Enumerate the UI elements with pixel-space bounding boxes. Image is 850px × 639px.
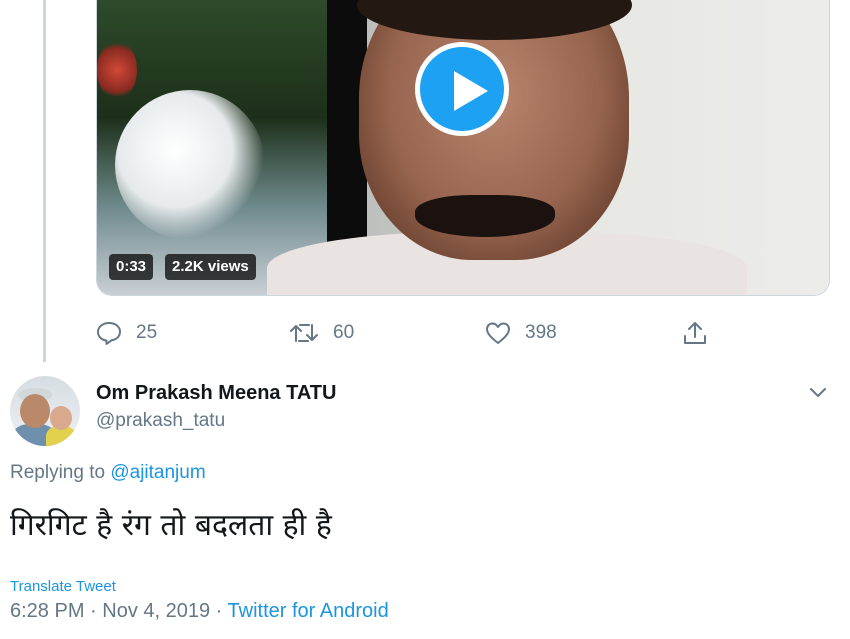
retweet-icon: [290, 324, 318, 342]
reply-button[interactable]: 25: [96, 318, 157, 348]
share-button[interactable]: [682, 318, 722, 348]
retweet-button[interactable]: 60: [289, 318, 354, 348]
heart-icon: [486, 322, 510, 344]
video-views-badge: 2.2K views: [165, 254, 256, 280]
tweet-text: गिरगिट है रंग तो बदलता ही है: [10, 508, 332, 543]
avatar-detail: [50, 406, 72, 430]
tweet-menu-button[interactable]: [806, 382, 830, 402]
replying-prefix: Replying to: [10, 462, 111, 483]
avatar[interactable]: [10, 376, 80, 446]
chevron-down-icon: [810, 388, 826, 397]
like-count: 398: [525, 322, 557, 343]
tweet-source-link[interactable]: Twitter for Android: [228, 600, 389, 622]
replying-to: Replying to @ajitanjum: [10, 462, 206, 484]
video-scene-detail: [115, 90, 265, 240]
thread-connector-line: [43, 0, 46, 362]
share-icon: [684, 322, 706, 344]
avatar-detail: [20, 394, 50, 428]
retweet-count: 60: [333, 322, 355, 343]
reply-count: 25: [136, 322, 158, 343]
translate-tweet-link[interactable]: Translate Tweet: [10, 578, 116, 595]
play-button[interactable]: [415, 42, 509, 136]
tweet-actions: 25 60 398: [96, 318, 716, 348]
play-icon: [454, 71, 488, 111]
display-name[interactable]: Om Prakash Meena TATU: [96, 382, 336, 405]
replying-to-link[interactable]: @ajitanjum: [110, 462, 205, 483]
like-button[interactable]: 398: [485, 318, 557, 348]
meta-separator: ·: [84, 600, 103, 622]
user-handle[interactable]: @prakash_tatu: [96, 410, 225, 432]
video-scene-detail: [415, 195, 555, 237]
video-duration-badge: 0:33: [109, 254, 154, 280]
video-scene-detail: [97, 40, 137, 100]
tweet-meta: 6:28 PM · Nov 4, 2019 · Twitter for Andr…: [10, 600, 389, 623]
meta-separator: ·: [210, 600, 228, 622]
video-player[interactable]: 0:33 2.2K views: [96, 0, 830, 296]
tweet-date[interactable]: Nov 4, 2019: [102, 600, 210, 622]
tweet-time[interactable]: 6:28 PM: [10, 600, 84, 622]
reply-icon: [97, 322, 121, 345]
